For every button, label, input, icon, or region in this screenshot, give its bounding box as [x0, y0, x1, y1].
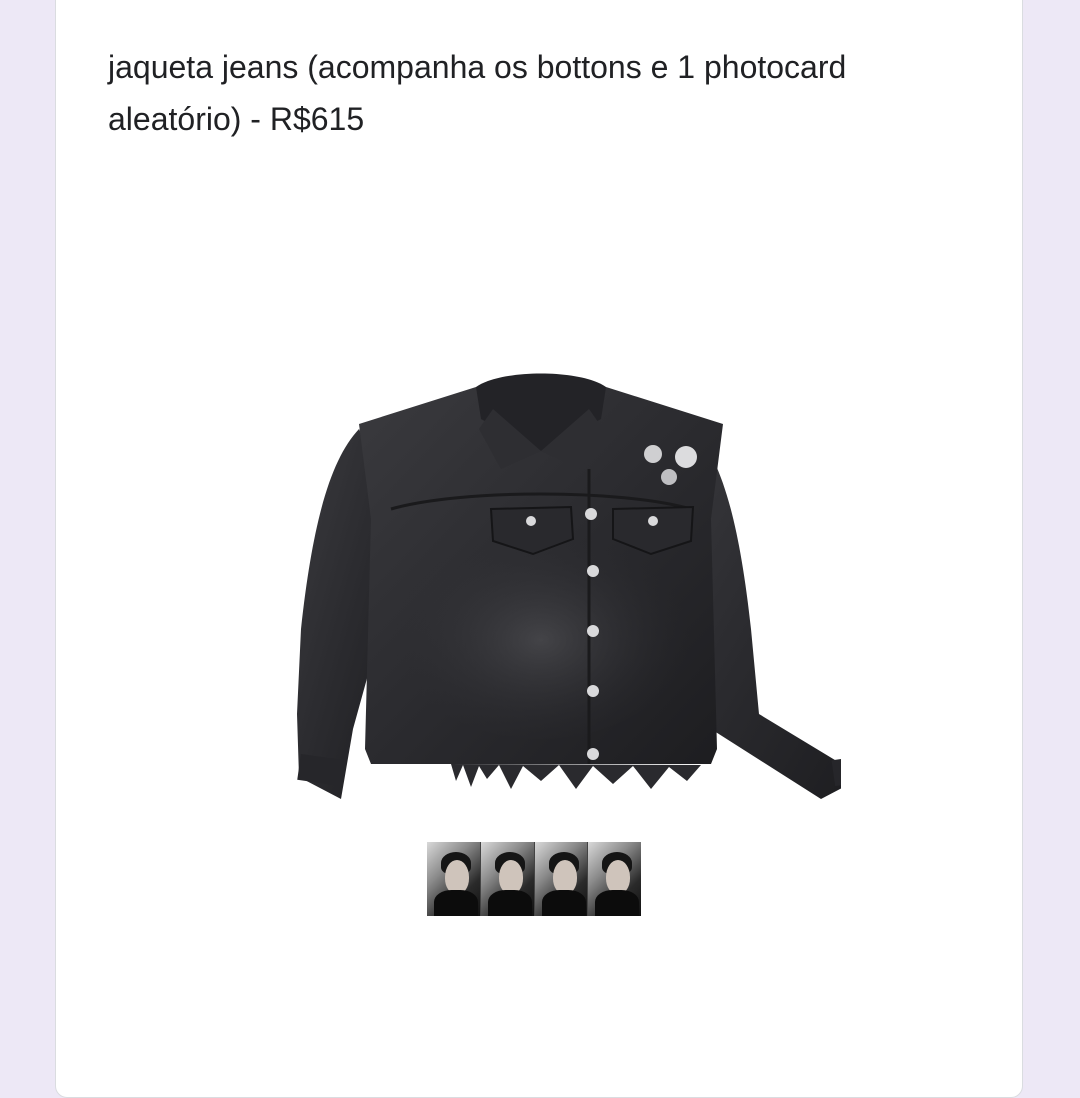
- question-title: jaqueta jeans (acompanha os bottons e 1 …: [108, 49, 847, 137]
- question-card: jaqueta jeans (acompanha os bottons e 1 …: [55, 0, 1023, 1098]
- photocard: [588, 842, 641, 916]
- jacket-image: [297, 373, 841, 799]
- photocard: [480, 842, 535, 916]
- photocard: [427, 842, 481, 916]
- photocard: [534, 842, 589, 916]
- photocard-strip: [427, 842, 641, 916]
